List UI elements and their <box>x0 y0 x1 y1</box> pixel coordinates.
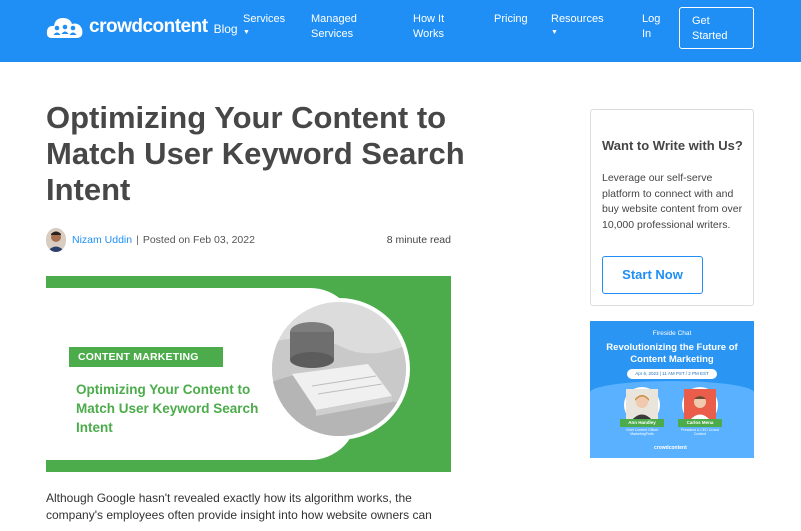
article-body-text: Although Google hasn't revealed exactly … <box>46 491 432 522</box>
nav-resources-label: Resources <box>551 13 604 25</box>
promo-title: Revolutionizing the Future of Content Ma… <box>606 342 738 365</box>
promo-logo: crowdcontent <box>654 445 687 451</box>
write-with-us-title: Want to Write with Us? <box>602 138 743 153</box>
speaker-name-carlos: Carlos Mena <box>678 419 722 427</box>
speaker-photo-carlos <box>682 387 718 423</box>
speaker-name-ann: Ann Handley <box>620 419 664 427</box>
write-with-us-card: Want to Write with Us? Leverage our self… <box>590 109 754 306</box>
nav-managed-services-label: Managed Services <box>311 13 357 40</box>
article-byline: Nizam Uddin | Posted on Feb 03, 2022 8 m… <box>46 228 451 252</box>
speaker-role-ann: Chief Content Officer MarketingProfs <box>625 428 659 436</box>
logo-wordmark: crowdcontent <box>89 16 208 37</box>
featured-image: CONTENT MARKETING Optimizing Your Conten… <box>46 276 451 472</box>
article-title: Optimizing Your Content to Match User Ke… <box>46 100 465 207</box>
featured-headline: Optimizing Your Content to Match User Ke… <box>76 382 259 435</box>
top-nav-bar: crowdcontent Blog Services ▼ Managed Ser… <box>0 0 801 62</box>
nav-services-label: Services <box>243 13 286 25</box>
author-name-link[interactable]: Nizam Uddin <box>72 234 132 246</box>
read-time: 8 minute read <box>386 234 451 246</box>
chevron-down-icon: ▼ <box>551 29 558 36</box>
nav-how-it-works[interactable]: How It Works <box>413 12 455 42</box>
speaker-role-carlos: President & CEO Crowd Content <box>681 428 719 436</box>
start-now-button[interactable]: Start Now <box>602 256 703 294</box>
featured-category-badge: CONTENT MARKETING <box>69 347 223 367</box>
nav-resources[interactable]: Resources ▼ <box>551 12 609 38</box>
promo-kicker: Fireside Chat <box>652 330 692 337</box>
nav-pricing-label: Pricing <box>494 13 528 25</box>
byline-separator: | <box>136 234 139 246</box>
nav-log-in[interactable]: Log In <box>642 12 668 42</box>
write-with-us-text: Leverage our self-serve platform to conn… <box>602 172 743 231</box>
crowd-logo-icon <box>46 14 84 40</box>
promo-date: Apr 6, 2023 | 11 AM PST / 2 PM EST <box>627 369 717 379</box>
nav-managed-services[interactable]: Managed Services <box>311 12 369 42</box>
site-logo[interactable]: crowdcontent Blog <box>46 14 238 40</box>
get-started-label: Get Started <box>692 15 728 42</box>
get-started-button[interactable]: Get Started <box>679 7 754 49</box>
nav-services[interactable]: Services ▼ <box>243 12 291 38</box>
featured-photo <box>268 298 410 440</box>
speaker-photo-ann <box>624 387 660 423</box>
nav-how-it-works-label: How It Works <box>413 13 445 40</box>
nav-log-in-label: Log In <box>642 13 661 40</box>
posted-date: Posted on Feb 03, 2022 <box>142 234 255 246</box>
nav-pricing[interactable]: Pricing <box>494 12 536 27</box>
author-avatar <box>46 228 66 252</box>
chevron-down-icon: ▼ <box>243 29 250 36</box>
logo-blog-label: Blog <box>213 22 238 36</box>
fireside-chat-promo-banner[interactable]: Fireside Chat Revolutionizing the Future… <box>590 321 754 458</box>
